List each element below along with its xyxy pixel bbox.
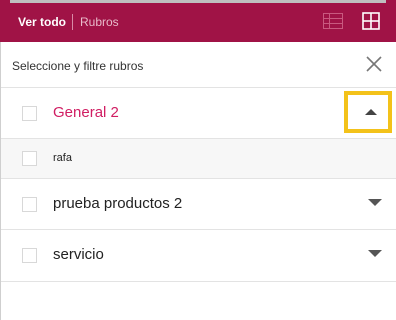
- collapse-toggle-button[interactable]: [344, 91, 392, 133]
- caret-up-icon: [365, 109, 377, 115]
- subrubro-label: rafa: [53, 152, 72, 164]
- rubro-label: servicio: [53, 246, 104, 263]
- rubro-checkbox[interactable]: [22, 197, 37, 212]
- rubro-checkbox[interactable]: [22, 106, 37, 121]
- caret-down-icon[interactable]: [368, 199, 382, 206]
- rubro-row-prueba-productos-2[interactable]: prueba productos 2: [1, 178, 396, 230]
- header-separator: [72, 14, 73, 30]
- ver-todo-link[interactable]: Ver todo: [18, 15, 66, 29]
- rubro-label: General 2: [53, 104, 119, 121]
- grid-view-icon[interactable]: [362, 12, 380, 30]
- rubros-filter-panel: Seleccione y filtre rubros General 2 raf…: [0, 42, 396, 320]
- subrubro-row-rafa[interactable]: rafa: [1, 138, 396, 179]
- caret-down-icon[interactable]: [368, 250, 382, 257]
- rubro-row-servicio[interactable]: servicio: [1, 229, 396, 282]
- rubros-link[interactable]: Rubros: [80, 15, 119, 29]
- panel-title: Seleccione y filtre rubros: [12, 59, 144, 73]
- rubro-checkbox[interactable]: [22, 248, 37, 263]
- rubro-row-general-2[interactable]: General 2: [1, 87, 396, 139]
- close-icon[interactable]: [366, 56, 382, 72]
- list-view-icon[interactable]: [323, 13, 343, 29]
- top-header: Ver todo Rubros: [0, 0, 396, 42]
- subrubro-checkbox[interactable]: [22, 151, 37, 166]
- rubro-label: prueba productos 2: [53, 195, 183, 212]
- header-top-strip: [10, 0, 386, 3]
